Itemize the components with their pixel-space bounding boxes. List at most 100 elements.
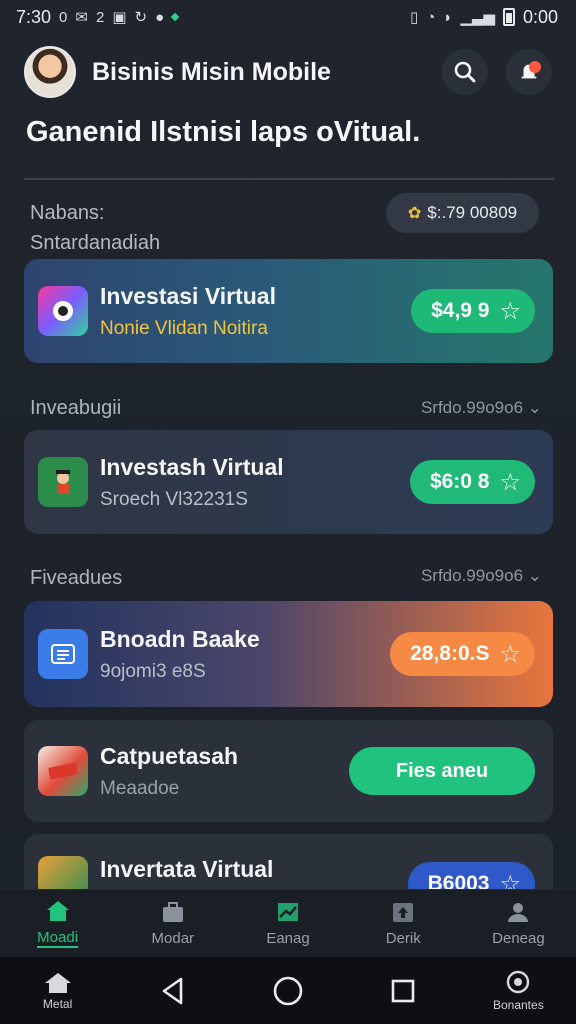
price-value: $6:0 8 [429,470,490,493]
nav-label: Moadi [37,929,79,948]
nav-item-upload[interactable]: Derik [346,890,461,957]
star-icon[interactable]: ☆ [499,640,521,669]
home-icon [46,901,69,921]
star-icon[interactable]: ☆ [499,468,521,497]
coin-icon: ✿ [407,205,422,222]
system-nav-bar: Metal Bonantes [0,957,576,1024]
action-button[interactable]: Fies aneu [349,747,535,795]
home-circle-icon [273,976,303,1005]
investment-card-5[interactable]: Invertata Virtual B6003 ☆ [24,834,553,896]
app-screen: 7:30 0 ✉ 2 ▣ ↻ ● ▯ ◔ ◗ ▁▃▅ 0:00 Bisinis … [0,0,576,1024]
investment-card-2[interactable]: Investash Virtual Sroech Vl32231S $6:0 8… [24,430,553,534]
ticket-icon [48,762,78,780]
status-right: ▯ ◔ ◗ ▁▃▅ 0:00 [410,7,558,28]
app-icon [38,286,88,336]
card-text: Invertata Virtual [100,856,408,883]
card-text: Catpuetasah Meaadoe [100,743,349,800]
chat-icon: ● [155,8,165,26]
app-icon [38,457,88,507]
nav-label: Derik [385,930,421,947]
nav-label: Eanag [266,930,310,947]
briefcase-icon [162,902,183,922]
signal-icon: ▁▃▅ [460,9,495,26]
avatar[interactable] [24,46,76,98]
star-icon[interactable]: ☆ [499,297,521,326]
list-icon [51,644,75,664]
nav-item-home[interactable]: Moadi [0,890,115,957]
card-title: Investash Virtual [100,453,284,480]
card-subtitle: Nonie Vlidan Noitira [100,317,268,339]
upload-icon [393,903,414,922]
section-sort-2[interactable]: Srfdo.99o9o6 ⌄ [421,566,542,586]
price-button[interactable]: $6:0 8 ☆ [409,460,535,504]
price-value: $4,9 9 [431,299,490,322]
card-title: Catpuetasah [100,742,239,769]
app-title: Bisinis Misin Mobile [92,57,331,86]
card-text: Bnoadn Baake 9ojomi3 e8S [100,626,390,683]
battery-icon [502,8,515,26]
search-button[interactable] [442,49,488,95]
status-icon-2: 2 [95,8,105,26]
recents-square-icon [391,979,415,1002]
status-bar: 7:30 0 ✉ 2 ▣ ↻ ● ▯ ◔ ◗ ▁▃▅ 0:00 [0,0,576,34]
home-button[interactable] [243,975,333,1007]
balance-label: Nabans: Sntardanadiah [30,198,160,258]
investment-card-3[interactable]: Bnoadn Baake 9ojomi3 e8S 28,8:0.S ☆ [24,601,553,707]
card-subtitle: Sroech Vl32231S [100,488,248,510]
balance-pill[interactable]: ✿ $:.79 00809 [386,193,539,233]
balance-amount: $:.79 00809 [427,203,518,222]
bottom-nav: Moadi Modar Eanag Derik Deneag [0,889,576,957]
status-left: 7:30 0 ✉ 2 ▣ ↻ ● [16,6,180,28]
investment-card-4[interactable]: Catpuetasah Meaadoe Fies aneu [24,720,553,822]
page-headline: Ganenid Ilstnisi laps oVitual. [26,116,421,148]
nav-item-profile[interactable]: Deneag [461,890,576,957]
price-value: 28,8:0.S [410,642,490,665]
notifications-button[interactable] [506,49,552,95]
card-text: Investash Virtual Sroech Vl32231S [100,454,410,511]
balance-label-line1: Nabans: [30,202,105,224]
target-icon [53,301,73,321]
card-title: Invertata Virtual [100,856,274,882]
notification-icon: ✉ [75,9,88,26]
nav-item-chart[interactable]: Eanag [230,890,345,957]
status-time: 7:30 [16,6,52,27]
investment-card-1[interactable]: Investasi Virtual Nonie Vlidan Noitira $… [24,259,553,363]
divider [24,178,554,180]
card-subtitle: Meaadoe [100,777,180,799]
app-dot-icon [170,12,180,22]
system-extra-label: Bonantes [492,997,544,1012]
card-title: Bnoadn Baake [100,625,260,652]
nav-label: Modar [151,930,195,947]
status-clock: 0:00 [522,6,558,27]
alarm-icon: ◔ [426,8,436,26]
back-triangle-icon [162,977,183,1004]
character-icon [56,470,70,494]
user-icon [508,903,529,922]
section-label-2: Fiveadues [30,567,123,589]
balance-label-line2: Sntardanadiah [30,232,161,254]
wifi-icon: ◗ [443,8,453,26]
price-button[interactable]: 28,8:0.S ☆ [390,632,535,676]
price-button[interactable]: $4,9 9 ☆ [411,289,535,333]
status-icon-0: 0 [59,8,68,26]
location-icon [507,970,530,993]
sync-icon: ↻ [134,9,148,26]
system-home-shortcut[interactable]: Metal [13,971,103,1011]
section-label-1: Inveabugii [30,397,122,419]
recents-button[interactable] [358,977,448,1005]
vibrate-icon: ▯ [409,9,419,26]
system-home-label: Metal [42,996,73,1011]
app-header: Bisinis Misin Mobile [0,40,576,104]
nav-label: Deneag [492,930,545,947]
chart-icon [278,903,298,921]
section-sort-1[interactable]: Srfdo.99o9o6 ⌄ [421,398,542,418]
back-button[interactable] [128,976,218,1006]
search-icon [454,61,476,83]
app-icon [38,746,88,796]
app-icon [38,629,88,679]
nav-item-portfolio[interactable]: Modar [115,890,230,957]
system-extra-button[interactable]: Bonantes [473,970,563,1012]
card-subtitle: 9ojomi3 e8S [100,660,206,682]
card-title: Investasi Virtual [100,282,276,309]
notification-badge [529,61,541,73]
